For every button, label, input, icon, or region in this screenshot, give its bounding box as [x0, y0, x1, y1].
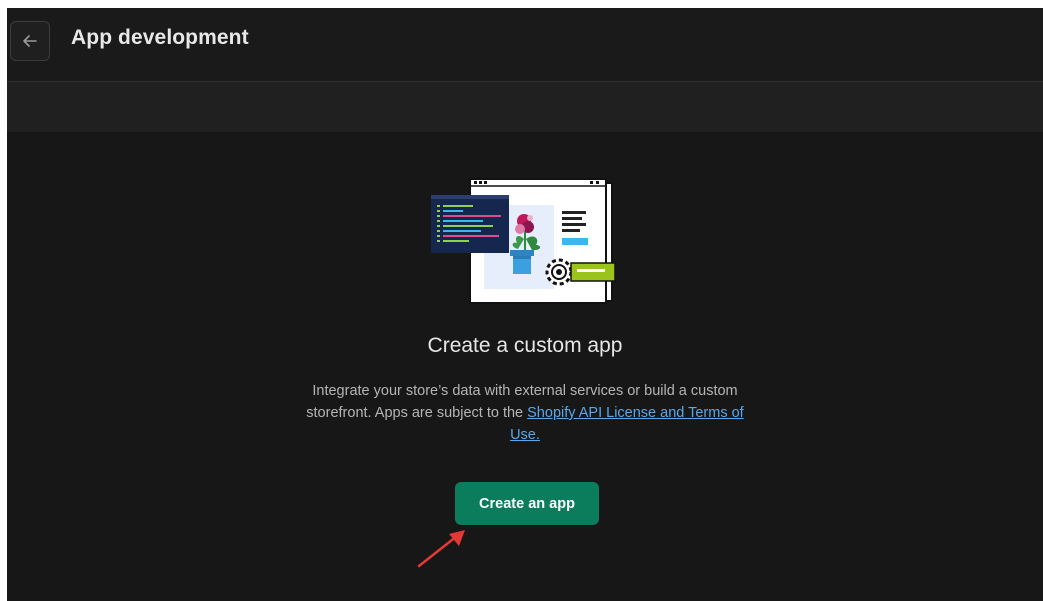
api-license-link[interactable]: Shopify API License and Terms of Use.: [510, 405, 744, 443]
annotation-arrow-icon: [417, 530, 465, 568]
app-window: App development Create a custom app Inte…: [7, 8, 1043, 601]
empty-state-description: Integrate your store’s data with externa…: [290, 380, 760, 446]
sub-header-bar: [7, 82, 1043, 132]
page-header: App development: [7, 8, 1043, 82]
page-title: App development: [71, 26, 249, 49]
custom-app-illustration: [431, 178, 616, 304]
arrow-left-icon: [23, 35, 37, 47]
empty-state-title: Create a custom app: [427, 334, 623, 357]
back-button[interactable]: [10, 21, 50, 61]
create-an-app-button[interactable]: Create an app: [455, 482, 599, 525]
empty-state-card: Create a custom app Integrate your store…: [7, 132, 1043, 601]
